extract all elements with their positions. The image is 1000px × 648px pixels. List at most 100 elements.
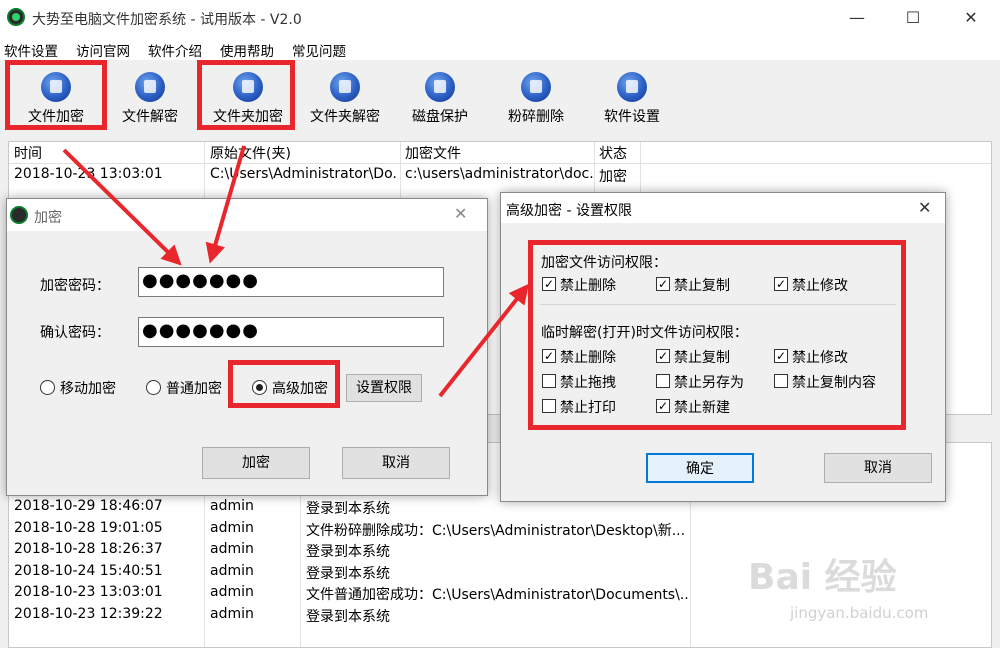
radio-mobile-encrypt-label[interactable]: 移动加密 (60, 378, 116, 398)
baidu-jingyan-watermark: Bai 经验 (748, 557, 897, 598)
shred-delete-label: 粉碎删除 (508, 109, 564, 125)
checkbox-g2-no-copy-label[interactable]: 禁止复制 (674, 347, 730, 367)
column-header-status[interactable]: 状态 (599, 143, 627, 163)
software-settings-button[interactable]: 软件设置 (596, 66, 668, 130)
log-action: 文件普通加密成功：C:\Users\Administrator\Document… (306, 587, 688, 603)
menu-visit-website[interactable]: 访问官网 (76, 40, 130, 60)
shred-delete-button[interactable]: 粉碎删除 (500, 66, 572, 130)
encrypt-dialog-close-icon[interactable]: ✕ (454, 204, 467, 223)
password-input[interactable]: ●●●●●●● (138, 267, 444, 297)
watermark-url: jingyan.baidu.com (790, 604, 929, 622)
file-unlock-icon (135, 72, 165, 102)
shred-icon (521, 72, 551, 102)
checkbox-g2-no-print[interactable] (542, 399, 556, 413)
table-cell-source[interactable]: C:\Users\Administrator\Do... (210, 166, 398, 182)
folder-decrypt-button[interactable]: 文件夹解密 (302, 66, 388, 130)
checkbox-g1-no-modify-label[interactable]: 禁止修改 (792, 275, 848, 295)
checkbox-g2-no-drag[interactable] (542, 374, 556, 388)
checkbox-g2-no-print-label[interactable]: 禁止打印 (560, 397, 616, 417)
checkbox-g2-no-drag-label[interactable]: 禁止拖拽 (560, 372, 616, 392)
permissions-dialog-close-icon[interactable]: ✕ (918, 198, 931, 217)
checkbox-g2-no-modify-label[interactable]: 禁止修改 (792, 347, 848, 367)
highlight-advanced-encrypt (228, 360, 340, 408)
encrypt-dialog-titlebar (7, 199, 487, 231)
set-permissions-button[interactable]: 设置权限 (346, 374, 422, 402)
file-decrypt-button[interactable]: 文件解密 (112, 66, 188, 130)
radio-mobile-encrypt[interactable] (40, 380, 55, 395)
window-title: 大势至电脑文件加密系统 - 试用版本 - V2.0 (32, 12, 302, 28)
log-action: 文件粉碎删除成功：C:\Users\Administrator\Desktop\… (306, 523, 686, 539)
permissions-ok-button[interactable]: 确定 (646, 453, 754, 483)
log-user: admin (210, 541, 254, 557)
menu-software-intro[interactable]: 软件介绍 (148, 40, 202, 60)
disk-protect-label: 磁盘保护 (412, 109, 468, 125)
menu-help[interactable]: 使用帮助 (220, 40, 274, 60)
encrypt-dialog-logo-icon (10, 206, 28, 224)
disk-shield-icon (425, 72, 455, 102)
checkbox-g2-no-modify[interactable]: ✓ (774, 349, 788, 363)
log-time: 2018-10-28 18:26:37 (14, 541, 163, 557)
highlight-folder-encrypt (197, 60, 295, 130)
checkbox-g1-no-copy[interactable]: ✓ (656, 277, 670, 291)
radio-normal-encrypt[interactable] (146, 380, 161, 395)
folder-decrypt-label: 文件夹解密 (310, 109, 380, 125)
table-header-divider (9, 163, 991, 164)
checkbox-g2-no-copy[interactable]: ✓ (656, 349, 670, 363)
folder-unlock-icon (330, 72, 360, 102)
checkbox-g2-no-copy-content[interactable] (774, 374, 788, 388)
highlight-file-encrypt (5, 60, 107, 130)
checkbox-g1-no-copy-label[interactable]: 禁止复制 (674, 275, 730, 295)
log-time: 2018-10-24 15:40:51 (14, 563, 163, 579)
table-cell-encrypted[interactable]: c:\users\administrator\doc... (405, 166, 593, 182)
log-time: 2018-10-23 12:39:22 (14, 606, 163, 622)
group-divider (540, 304, 896, 305)
table-cell-status[interactable]: 加密 (599, 166, 639, 186)
checkbox-g1-no-delete-label[interactable]: 禁止删除 (560, 275, 616, 295)
encrypt-button[interactable]: 加密 (202, 447, 310, 479)
checkbox-g2-no-create[interactable]: ✓ (656, 399, 670, 413)
log-user: admin (210, 520, 254, 536)
group1-title: 加密文件访问权限： (541, 255, 667, 271)
menu-software-settings[interactable]: 软件设置 (4, 40, 58, 60)
minimize-button[interactable]: — (834, 0, 880, 36)
checkbox-g2-no-copy-content-label[interactable]: 禁止复制内容 (792, 372, 876, 392)
table-cell-time[interactable]: 2018-10-23 13:03:01 (14, 166, 202, 182)
log-user: admin (210, 606, 254, 622)
log-time: 2018-10-28 19:01:05 (14, 520, 163, 536)
log-user: admin (210, 584, 254, 600)
log-action: 登录到本系统 (306, 609, 390, 625)
close-button[interactable]: ✕ (948, 0, 994, 36)
radio-normal-encrypt-label[interactable]: 普通加密 (166, 378, 222, 398)
confirm-password-label: 确认密码： (40, 325, 110, 341)
disk-protect-button[interactable]: 磁盘保护 (404, 66, 476, 130)
checkbox-g2-no-save-as-label[interactable]: 禁止另存为 (674, 372, 744, 392)
log-user: admin (210, 498, 254, 514)
encrypt-cancel-button[interactable]: 取消 (342, 447, 450, 479)
permissions-dialog-title: 高级加密 - 设置权限 (506, 203, 632, 219)
checkbox-g2-no-delete[interactable]: ✓ (542, 349, 556, 363)
column-header-encrypted[interactable]: 加密文件 (405, 143, 461, 163)
file-decrypt-label: 文件解密 (122, 109, 178, 125)
column-header-source[interactable]: 原始文件(夹) (210, 143, 291, 163)
checkbox-g2-no-delete-label[interactable]: 禁止删除 (560, 347, 616, 367)
software-settings-label: 软件设置 (604, 109, 660, 125)
encrypt-dialog-title: 加密 (34, 210, 62, 226)
log-action: 登录到本系统 (306, 566, 390, 582)
checkbox-g1-no-modify[interactable]: ✓ (774, 277, 788, 291)
log-action: 登录到本系统 (306, 544, 390, 560)
checkbox-g1-no-delete[interactable]: ✓ (542, 277, 556, 291)
confirm-password-input[interactable]: ●●●●●●● (138, 317, 444, 347)
maximize-button[interactable]: ☐ (890, 0, 936, 36)
column-header-time[interactable]: 时间 (14, 143, 42, 163)
log-time: 2018-10-23 13:03:01 (14, 584, 163, 600)
log-time: 2018-10-29 18:46:07 (14, 498, 163, 514)
log-user: admin (210, 563, 254, 579)
permissions-cancel-button[interactable]: 取消 (824, 453, 932, 483)
app-logo-icon (7, 8, 25, 26)
group2-title: 临时解密(打开)时文件访问权限： (541, 325, 748, 341)
checkbox-g2-no-save-as[interactable] (656, 374, 670, 388)
password-label: 加密密码： (40, 278, 110, 294)
gear-icon (617, 72, 647, 102)
checkbox-g2-no-create-label[interactable]: 禁止新建 (674, 397, 730, 417)
menu-faq[interactable]: 常见问题 (292, 40, 346, 60)
